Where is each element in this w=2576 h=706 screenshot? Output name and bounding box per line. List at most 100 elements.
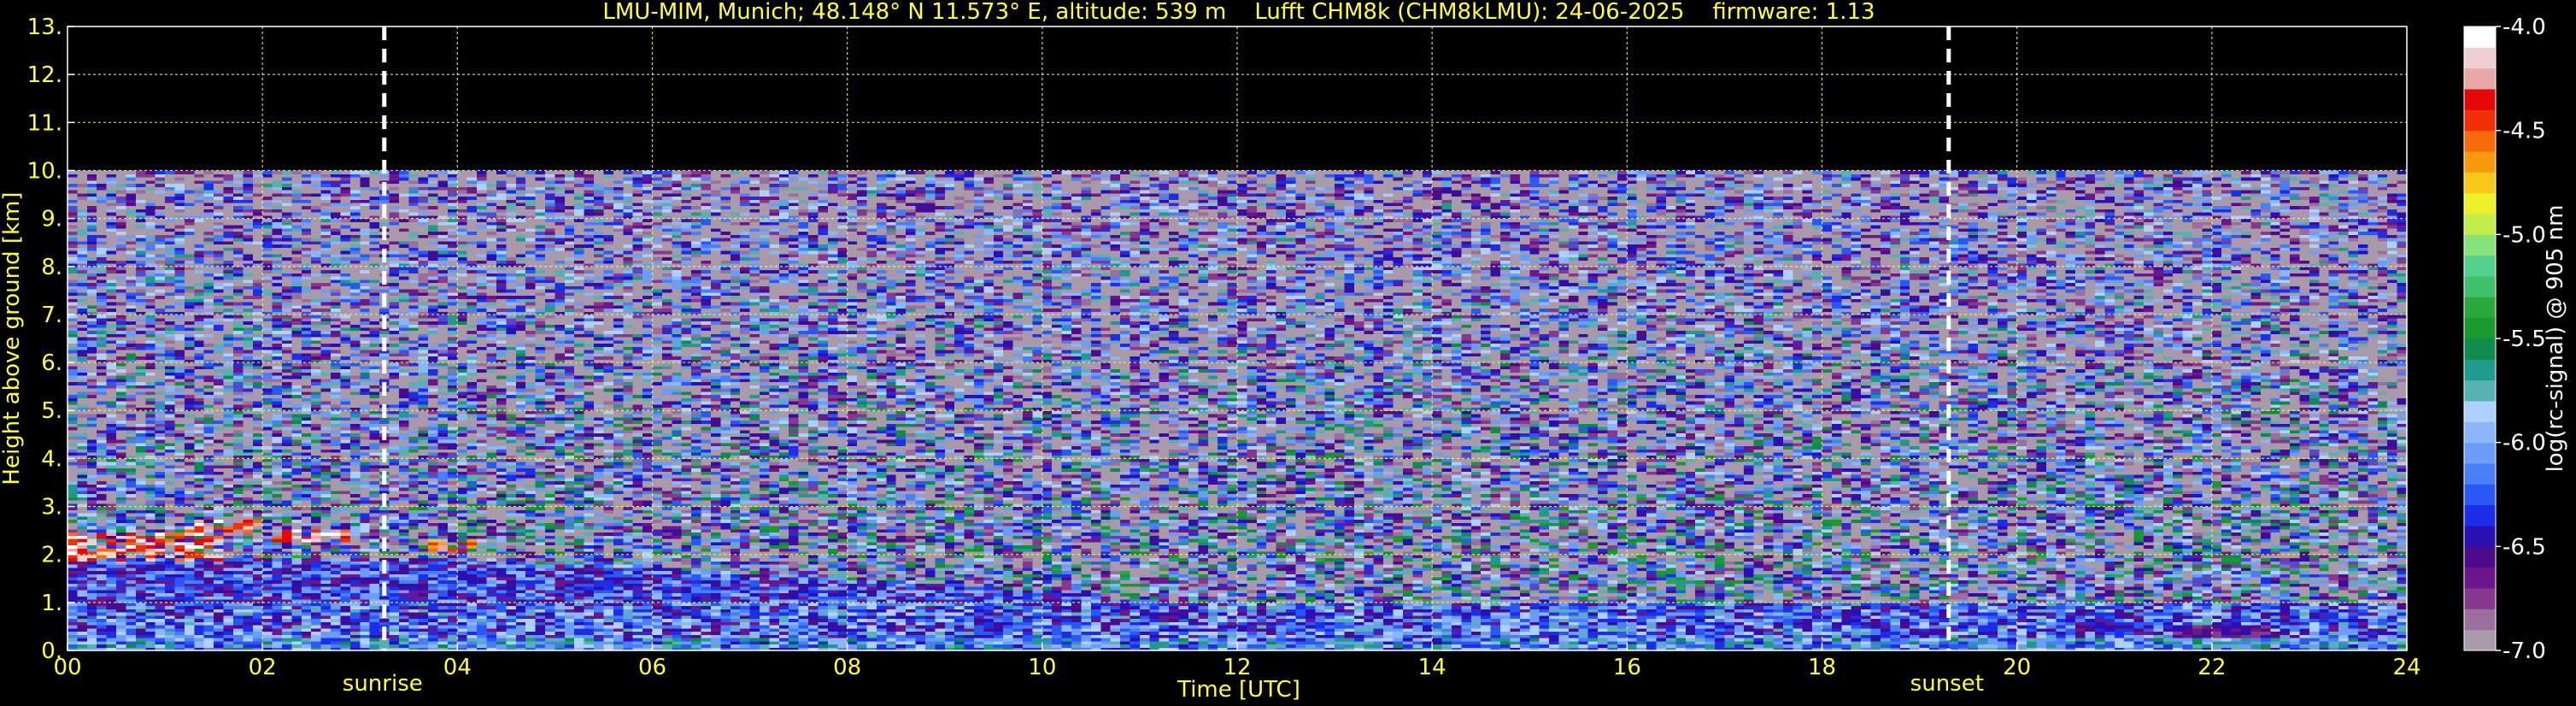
signal-cell bbox=[145, 372, 156, 376]
signal-cell bbox=[360, 468, 371, 472]
signal-cell bbox=[331, 449, 342, 453]
signal-cell bbox=[331, 535, 342, 539]
signal-cell bbox=[106, 209, 117, 213]
signal-cell bbox=[243, 295, 254, 299]
signal-cell bbox=[232, 317, 244, 322]
signal-cell bbox=[174, 605, 185, 609]
signal-cell bbox=[262, 544, 273, 549]
signal-cell bbox=[331, 532, 342, 536]
signal-cell bbox=[340, 596, 351, 600]
signal-cell bbox=[155, 528, 166, 533]
signal-cell bbox=[184, 410, 195, 415]
signal-cell bbox=[340, 282, 351, 286]
signal-cell bbox=[145, 544, 156, 549]
signal-cell bbox=[86, 260, 97, 264]
signal-cell bbox=[97, 221, 108, 226]
signal-cell bbox=[86, 615, 97, 620]
signal-cell bbox=[184, 618, 195, 622]
signal-cell bbox=[223, 212, 234, 216]
signal-cell bbox=[77, 535, 88, 539]
signal-cell bbox=[86, 401, 97, 405]
signal-cell bbox=[331, 644, 342, 648]
signal-cell bbox=[194, 339, 205, 344]
signal-cell bbox=[116, 231, 127, 235]
signal-cell bbox=[331, 291, 342, 297]
signal-cell bbox=[214, 394, 225, 398]
signal-cell bbox=[145, 298, 156, 303]
signal-cell bbox=[86, 413, 97, 418]
signal-cell bbox=[262, 346, 273, 350]
signal-cell bbox=[320, 609, 332, 613]
signal-cell bbox=[106, 285, 117, 290]
signal-cell bbox=[194, 227, 205, 232]
signal-cell bbox=[97, 544, 108, 549]
signal-cell bbox=[223, 567, 234, 572]
signal-cell bbox=[174, 231, 185, 235]
signal-cell bbox=[291, 583, 302, 587]
signal-cell bbox=[97, 279, 108, 284]
signal-cell bbox=[97, 362, 108, 367]
signal-cell bbox=[272, 301, 283, 306]
signal-cell bbox=[331, 526, 342, 530]
signal-cell bbox=[262, 221, 273, 226]
signal-cell bbox=[349, 301, 361, 306]
signal-cell bbox=[145, 429, 156, 434]
signal-cell bbox=[145, 464, 156, 469]
signal-cell bbox=[97, 449, 108, 453]
signal-cell bbox=[262, 570, 273, 574]
signal-cell bbox=[203, 612, 214, 616]
signal-cell bbox=[272, 314, 283, 319]
signal-cell bbox=[311, 378, 322, 383]
signal-cell bbox=[223, 532, 234, 536]
signal-cell bbox=[369, 225, 380, 229]
signal-cell bbox=[77, 625, 88, 629]
signal-cell bbox=[252, 497, 263, 501]
signal-cell bbox=[97, 291, 108, 297]
signal-cell bbox=[349, 462, 361, 466]
signal-cell bbox=[155, 471, 166, 475]
signal-cell bbox=[272, 202, 283, 207]
signal-cell bbox=[77, 221, 88, 226]
signal-cell bbox=[369, 423, 380, 427]
signal-cell bbox=[243, 276, 254, 280]
signal-cell bbox=[165, 176, 176, 181]
signal-cell bbox=[389, 589, 400, 594]
signal-cell bbox=[194, 451, 205, 456]
signal-cell bbox=[184, 253, 195, 258]
signal-cell bbox=[155, 468, 166, 472]
signal-cell bbox=[214, 522, 225, 527]
signal-cell bbox=[155, 327, 166, 332]
signal-cell bbox=[232, 640, 244, 645]
signal-cell bbox=[232, 535, 244, 539]
signal-cell bbox=[360, 253, 371, 258]
signal-cell bbox=[116, 640, 127, 645]
signal-cell bbox=[106, 468, 117, 472]
signal-cell bbox=[203, 477, 214, 482]
signal-cell bbox=[232, 343, 244, 347]
signal-cell bbox=[194, 426, 205, 431]
signal-cell bbox=[252, 362, 263, 367]
signal-cell bbox=[369, 394, 380, 398]
signal-cell bbox=[165, 583, 176, 587]
signal-cell bbox=[214, 644, 225, 648]
signal-cell bbox=[106, 576, 117, 581]
signal-cell bbox=[174, 352, 185, 357]
signal-cell bbox=[301, 513, 312, 517]
signal-cell bbox=[106, 247, 117, 251]
signal-cell bbox=[223, 333, 234, 338]
signal-cell bbox=[301, 288, 312, 293]
signal-cell bbox=[203, 445, 214, 450]
signal-cell bbox=[252, 484, 263, 488]
signal-cell bbox=[243, 609, 254, 613]
signal-cell bbox=[320, 589, 332, 594]
signal-cell bbox=[349, 618, 361, 622]
signal-cell bbox=[232, 227, 244, 232]
signal-cell bbox=[379, 176, 390, 181]
signal-cell bbox=[281, 458, 292, 462]
signal-cell bbox=[369, 538, 380, 543]
signal-cell bbox=[262, 596, 273, 600]
signal-cell bbox=[184, 301, 195, 306]
signal-cell bbox=[360, 484, 371, 488]
signal-cell bbox=[77, 333, 88, 338]
signal-cell bbox=[272, 378, 283, 383]
